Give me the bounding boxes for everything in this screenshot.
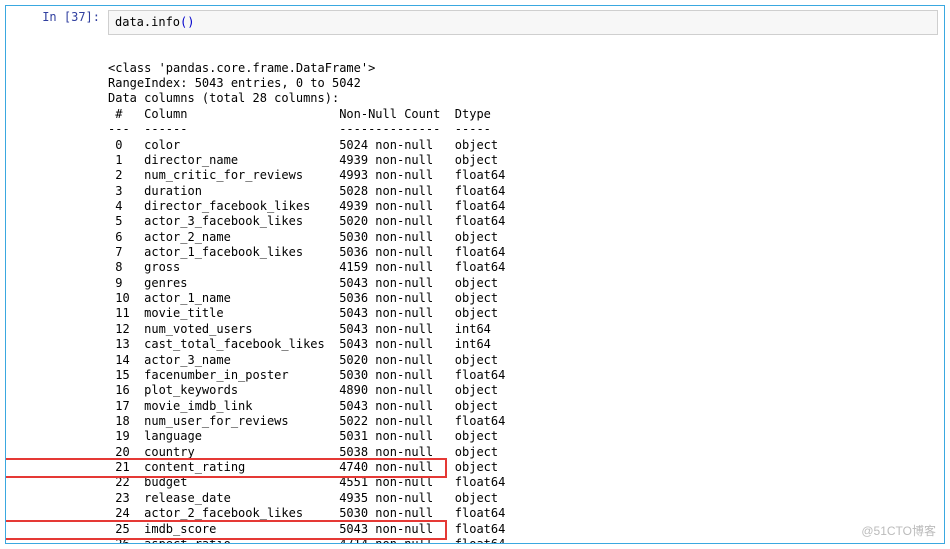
row-9: 9 genres 5043 non-null object [108,276,505,290]
notebook-cell: In [37]: data.info() <class 'pandas.core… [5,5,945,544]
row-1: 1 director_name 4939 non-null object [108,153,505,167]
row-15: 15 facenumber_in_poster 5030 non-null fl… [108,368,505,382]
row-25: 25 imdb_score 5043 non-null float64 [108,522,505,536]
watermark: @51CTO博客 [861,524,936,539]
row-26: 26 aspect_ratio 4714 non-null float64 [108,537,505,544]
row-18: 18 num_user_for_reviews 5022 non-null fl… [108,414,505,428]
row-5: 5 actor_3_facebook_likes 5020 non-null f… [108,214,505,228]
input-cell: In [37]: data.info() [6,6,944,35]
row-10: 10 actor_1_name 5036 non-null object [108,291,505,305]
row-13: 13 cast_total_facebook_likes 5043 non-nu… [108,337,505,351]
out-class: <class 'pandas.core.frame.DataFrame'> [108,61,375,75]
row-3: 3 duration 5028 non-null float64 [108,184,505,198]
row-12: 12 num_voted_users 5043 non-null int64 [108,322,505,336]
output-area: <class 'pandas.core.frame.DataFrame'> Ra… [6,35,944,544]
row-16: 16 plot_keywords 4890 non-null object [108,383,505,397]
row-8: 8 gross 4159 non-null float64 [108,260,505,274]
row-6: 6 actor_2_name 5030 non-null object [108,230,505,244]
row-19: 19 language 5031 non-null object [108,429,505,443]
row-11: 11 movie_title 5043 non-null object [108,306,505,320]
row-2: 2 num_critic_for_reviews 4993 non-null f… [108,168,505,182]
row-7: 7 actor_1_facebook_likes 5036 non-null f… [108,245,505,259]
row-14: 14 actor_3_name 5020 non-null object [108,353,505,367]
row-4: 4 director_facebook_likes 4939 non-null … [108,199,505,213]
row-0: 0 color 5024 non-null object [108,138,505,152]
row-23: 23 release_date 4935 non-null object [108,491,505,505]
out-divider: --- ------ -------------- ----- [108,122,505,136]
code-input[interactable]: data.info() [108,10,938,35]
out-range: RangeIndex: 5043 entries, 0 to 5042 [108,76,361,90]
row-17: 17 movie_imdb_link 5043 non-null object [108,399,505,413]
code-text: data.info [115,15,180,29]
out-cols: Data columns (total 28 columns): [108,91,339,105]
input-prompt: In [37]: [6,10,108,35]
row-22: 22 budget 4551 non-null float64 [108,475,505,489]
row-24: 24 actor_2_facebook_likes 5030 non-null … [108,506,505,520]
row-21: 21 content_rating 4740 non-null object [108,460,505,474]
out-header: # Column Non-Null Count Dtype [108,107,505,121]
row-20: 20 country 5038 non-null object [108,445,505,459]
